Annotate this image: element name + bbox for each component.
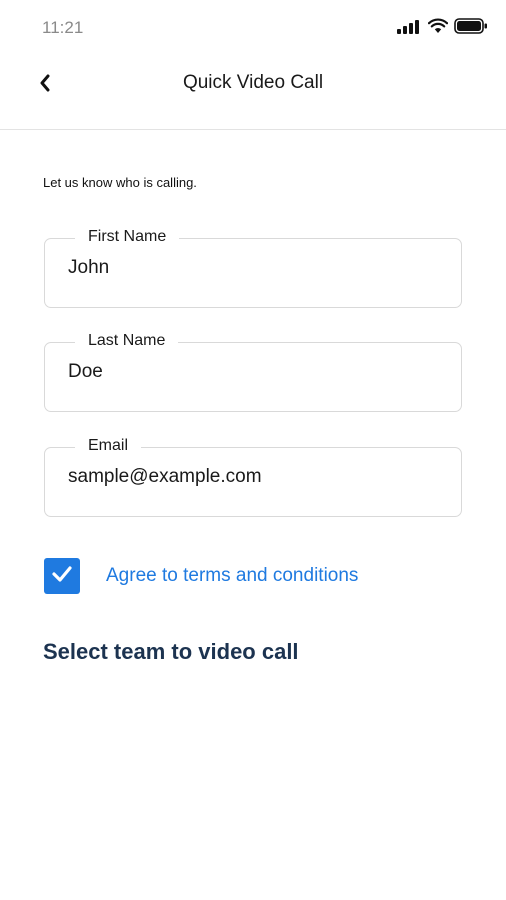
email-field[interactable]: Email — [44, 435, 462, 517]
nav-bar: Quick Video Call — [0, 56, 506, 130]
terms-link[interactable]: Agree to terms and conditions — [106, 565, 358, 587]
email-label: Email — [75, 435, 142, 457]
email-input[interactable] — [68, 466, 438, 488]
wifi-icon — [428, 18, 448, 34]
status-time: 11:21 — [42, 18, 84, 37]
page-title: Quick Video Call — [182, 72, 324, 93]
terms-checkbox[interactable] — [44, 558, 80, 594]
signal-bars-icon — [396, 18, 422, 34]
status-icons — [396, 18, 488, 34]
last-name-label: Last Name — [75, 330, 179, 352]
battery-icon — [454, 18, 488, 34]
first-name-label: First Name — [75, 226, 180, 248]
last-name-input[interactable] — [68, 361, 438, 383]
status-bar: 11:21 — [0, 0, 506, 56]
first-name-field[interactable]: First Name — [44, 226, 462, 308]
team-section-title: Select team to video call — [43, 639, 299, 664]
intro-text: Let us know who is calling. — [43, 175, 197, 190]
first-name-input[interactable] — [68, 257, 438, 279]
last-name-field[interactable]: Last Name — [44, 330, 462, 412]
checkmark-icon — [51, 565, 73, 588]
